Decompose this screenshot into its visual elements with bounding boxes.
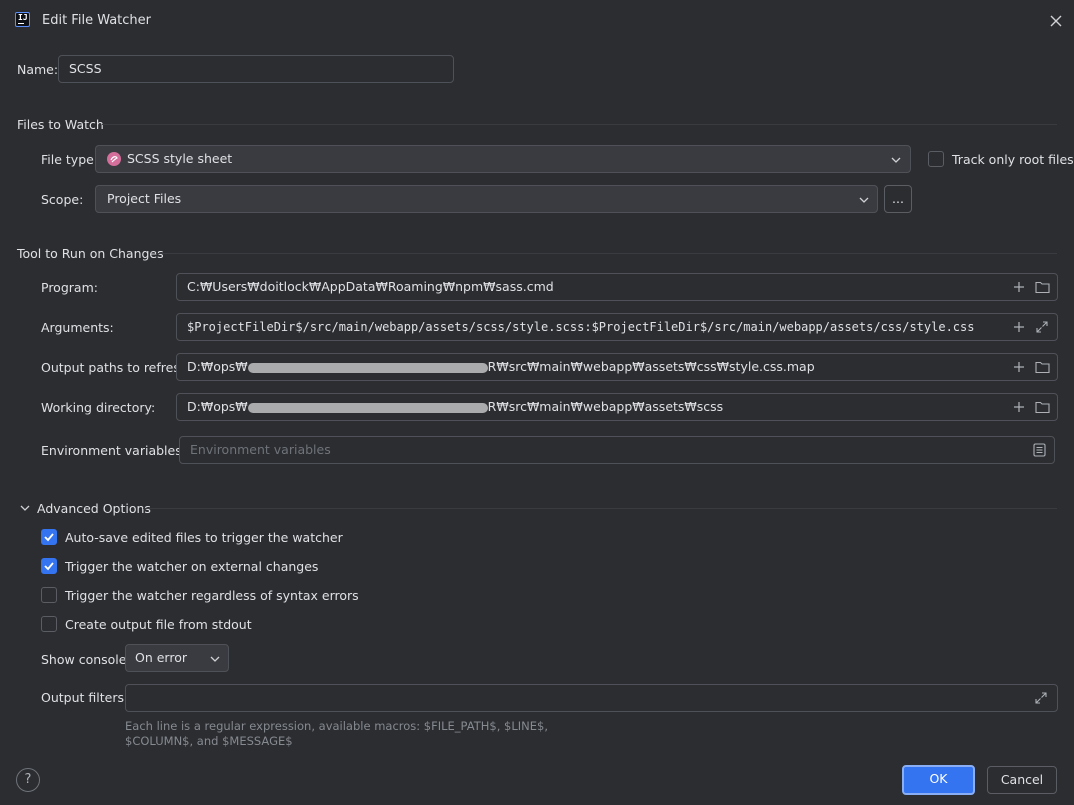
redacted-text bbox=[247, 362, 488, 373]
section-separator bbox=[102, 124, 1057, 125]
folder-icon[interactable] bbox=[1035, 280, 1050, 294]
chevron-down-icon bbox=[858, 194, 870, 206]
plus-icon[interactable] bbox=[1013, 321, 1025, 333]
scope-label: Scope: bbox=[41, 192, 84, 207]
stdout-checkbox[interactable] bbox=[41, 616, 57, 632]
tool-to-run-title: Tool to Run on Changes bbox=[17, 246, 164, 261]
track-only-root-label: Track only root files bbox=[952, 152, 1074, 167]
program-label: Program: bbox=[41, 280, 98, 295]
folder-icon[interactable] bbox=[1035, 400, 1050, 414]
output-paths-input[interactable]: D:₩ops₩ R₩src₩main₩webapp₩assets₩css₩styl… bbox=[176, 353, 1058, 381]
scope-combo[interactable]: Project Files bbox=[95, 185, 878, 213]
cancel-button[interactable]: Cancel bbox=[987, 766, 1057, 794]
program-input[interactable]: C:₩Users₩doitlock₩AppData₩Roaming₩npm₩sa… bbox=[176, 273, 1058, 301]
file-type-label: File type: bbox=[41, 152, 99, 167]
file-type-combo[interactable]: SCSS style sheet bbox=[95, 145, 911, 173]
ok-button[interactable]: OK bbox=[902, 765, 975, 795]
env-input[interactable]: Environment variables bbox=[179, 436, 1055, 464]
output-filters-input[interactable] bbox=[125, 684, 1058, 712]
help-button[interactable]: ? bbox=[16, 768, 40, 792]
chevron-down-icon bbox=[890, 154, 902, 166]
track-only-root-checkbox[interactable] bbox=[928, 151, 944, 167]
auto-save-checkbox[interactable] bbox=[41, 529, 57, 545]
name-label: Name: bbox=[17, 62, 59, 77]
syntax-errors-checkbox[interactable] bbox=[41, 587, 57, 603]
show-console-label: Show console: bbox=[41, 652, 131, 667]
folder-icon[interactable] bbox=[1035, 360, 1050, 374]
external-changes-checkbox[interactable] bbox=[41, 558, 57, 574]
plus-icon[interactable] bbox=[1013, 281, 1025, 293]
expand-icon[interactable] bbox=[1035, 320, 1049, 334]
document-icon[interactable] bbox=[1033, 443, 1046, 457]
external-changes-label: Trigger the watcher on external changes bbox=[65, 559, 319, 574]
name-input[interactable]: SCSS bbox=[58, 55, 454, 83]
output-filters-hint-line1: Each line is a regular expression, avail… bbox=[125, 719, 548, 733]
output-filters-label: Output filters: bbox=[41, 690, 129, 705]
show-console-combo[interactable]: On error bbox=[125, 644, 229, 672]
syntax-errors-label: Trigger the watcher regardless of syntax… bbox=[65, 588, 359, 603]
working-dir-input[interactable]: D:₩ops₩ R₩src₩main₩webapp₩assets₩scss bbox=[176, 393, 1058, 421]
section-separator bbox=[143, 508, 1057, 509]
output-paths-label: Output paths to refresh: bbox=[41, 360, 192, 375]
redacted-text bbox=[247, 402, 488, 413]
advanced-options-title[interactable]: Advanced Options bbox=[37, 501, 151, 516]
auto-save-label: Auto-save edited files to trigger the wa… bbox=[65, 530, 343, 545]
working-dir-label: Working directory: bbox=[41, 400, 156, 415]
chevron-down-icon[interactable] bbox=[19, 502, 31, 514]
chevron-down-icon bbox=[209, 653, 221, 665]
plus-icon[interactable] bbox=[1013, 361, 1025, 373]
section-separator bbox=[156, 253, 1057, 254]
env-label: Environment variables: bbox=[41, 443, 186, 458]
stdout-label: Create output file from stdout bbox=[65, 617, 252, 632]
file-type-value: SCSS style sheet bbox=[127, 151, 233, 166]
app-icon: IJ bbox=[15, 12, 30, 27]
scope-value: Project Files bbox=[107, 191, 182, 206]
expand-icon[interactable] bbox=[1034, 691, 1048, 705]
arguments-input[interactable]: $ProjectFileDir$/src/main/webapp/assets/… bbox=[176, 313, 1058, 341]
files-to-watch-title: Files to Watch bbox=[17, 117, 104, 132]
plus-icon[interactable] bbox=[1013, 401, 1025, 413]
close-icon[interactable] bbox=[1046, 11, 1066, 31]
window-title: Edit File Watcher bbox=[42, 13, 152, 28]
show-console-value: On error bbox=[135, 650, 187, 665]
output-filters-hint-line2: $COLUMN$, and $MESSAGE$ bbox=[125, 734, 293, 748]
title-bar: IJ Edit File Watcher bbox=[0, 0, 1074, 42]
scope-more-button[interactable]: ... bbox=[884, 185, 912, 213]
scss-icon bbox=[106, 151, 122, 167]
arguments-label: Arguments: bbox=[41, 320, 114, 335]
